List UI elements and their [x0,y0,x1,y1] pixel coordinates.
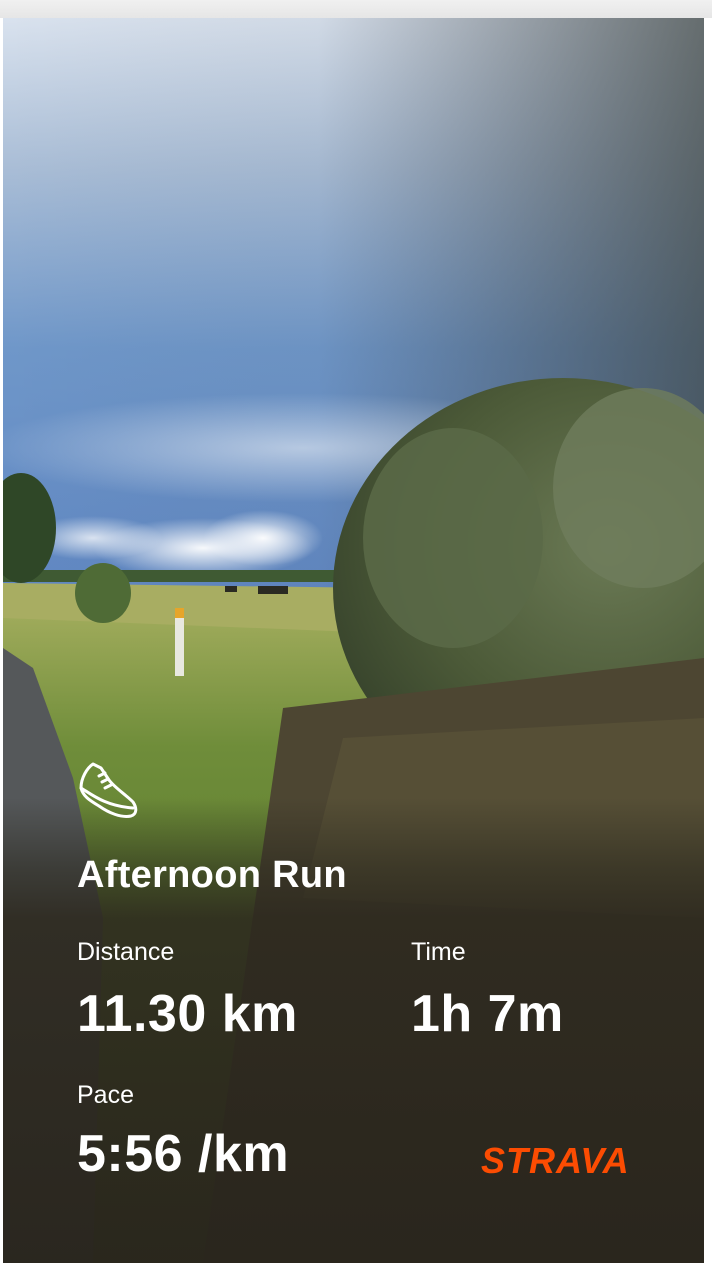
running-shoe-icon [79,762,138,818]
activity-title: Afternoon Run [77,854,347,896]
time-value: 1h 7m [411,985,564,1043]
pace-value: 5:56 /km [77,1125,290,1183]
activity-share-card: Afternoon Run Distance 11.30 km Time 1h … [3,18,704,1263]
bottom-gradient-overlay [3,18,704,1263]
time-label: Time [411,938,466,966]
strava-logo: STRAVA [481,1140,630,1181]
bottom-edge [0,1263,712,1273]
distance-value: 11.30 km [77,985,298,1043]
top-edge [0,0,712,18]
pace-label: Pace [77,1081,134,1109]
distance-label: Distance [77,938,175,966]
